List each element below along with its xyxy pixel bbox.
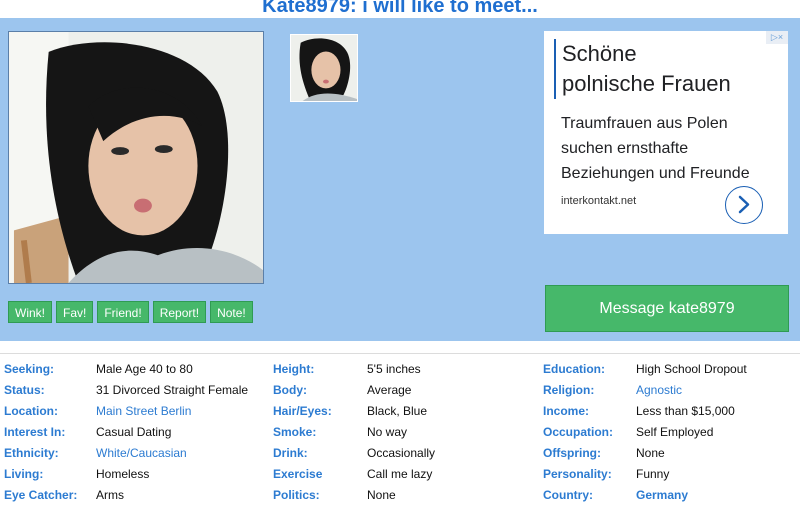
divider <box>0 353 800 354</box>
religion-link[interactable]: Agnostic <box>636 380 682 401</box>
detail-label: Politics: <box>273 488 320 502</box>
detail-value: High School Dropout <box>636 362 747 376</box>
detail-label: Drink: <box>273 446 308 460</box>
detail-label: Religion: <box>543 383 595 397</box>
main-profile-photo[interactable] <box>8 31 264 284</box>
details-row: Ethnicity: White/Caucasian Drink: Occasi… <box>0 443 800 464</box>
detail-value: 5'5 inches <box>367 362 421 376</box>
detail-label: Interest In: <box>4 425 66 439</box>
detail-label: Education: <box>543 362 605 376</box>
detail-label: Income: <box>543 404 590 418</box>
advertisement[interactable]: ▷× Schöne polnische Frauen Traumfrauen a… <box>544 31 788 234</box>
detail-value: 31 Divorced Straight Female <box>96 383 249 397</box>
ad-body-text: Traumfrauen aus Polen suchen ernsthafte … <box>561 115 750 182</box>
detail-label: Personality: <box>543 467 612 481</box>
ad-url: interkontakt.net <box>561 195 637 207</box>
details-row: Living: Homeless Exercise Call me lazy P… <box>0 464 800 485</box>
detail-value: None <box>367 488 396 502</box>
detail-value: Self Employed <box>636 425 714 439</box>
friend-button[interactable]: Friend! <box>97 301 149 323</box>
detail-value: None <box>636 446 665 460</box>
details-row: Seeking: Male Age 40 to 80 Height: 5'5 i… <box>0 359 800 380</box>
detail-value: Call me lazy <box>367 467 433 481</box>
detail-label: Occupation: <box>543 425 614 439</box>
detail-label: Exercise <box>273 467 323 481</box>
detail-label: Offspring: <box>543 446 601 460</box>
detail-label: Ethnicity: <box>4 446 59 460</box>
ad-headline: Schöne polnische Frauen <box>554 39 731 99</box>
detail-value: Homeless <box>96 467 150 481</box>
chevron-right-icon[interactable] <box>725 186 763 224</box>
favorite-button[interactable]: Fav! <box>56 301 94 323</box>
note-button[interactable]: Note! <box>210 301 253 323</box>
detail-label: Hair/Eyes: <box>273 404 332 418</box>
detail-label: Seeking: <box>4 362 55 376</box>
thumbnail-photo[interactable] <box>290 34 358 102</box>
detail-value: Occasionally <box>367 446 436 460</box>
detail-value: Arms <box>96 488 124 502</box>
detail-value: Less than $15,000 <box>636 404 735 418</box>
detail-label: Height: <box>273 362 315 376</box>
detail-value: Black, Blue <box>367 404 428 418</box>
detail-value: Average <box>367 383 412 397</box>
ad-headline-line-2: polnische Frauen <box>562 71 731 96</box>
detail-value: No way <box>367 425 408 439</box>
message-button[interactable]: Message kate8979 <box>545 285 789 332</box>
ad-choices-icon[interactable]: ▷× <box>766 31 788 44</box>
page-title: Kate8979: i will like to meet... <box>262 0 538 17</box>
detail-label: Smoke: <box>273 425 317 439</box>
detail-label: Body: <box>273 383 307 397</box>
detail-label: Country: <box>543 488 593 502</box>
detail-value: Casual Dating <box>96 425 172 439</box>
location-link[interactable]: Main Street Berlin <box>96 401 191 422</box>
details-row: Interest In: Casual Dating Smoke: No way… <box>0 422 800 443</box>
details-row: Status: 31 Divorced Straight Female Body… <box>0 380 800 401</box>
detail-value: Funny <box>636 467 670 481</box>
details-row: Eye Catcher: Arms Politics: None Country… <box>0 485 800 506</box>
ad-headline-line-1: Schöne <box>562 41 637 66</box>
detail-label: Status: <box>4 383 45 397</box>
detail-label: Eye Catcher: <box>4 488 78 502</box>
ethnicity-link[interactable]: White/Caucasian <box>96 443 187 464</box>
detail-label: Location: <box>4 404 58 418</box>
details-row: Location: Main Street Berlin Hair/Eyes: … <box>0 401 800 422</box>
country-link[interactable]: Germany <box>636 485 688 506</box>
detail-value: Male Age 40 to 80 <box>96 362 193 376</box>
wink-button[interactable]: Wink! <box>8 301 52 323</box>
detail-label: Living: <box>4 467 44 481</box>
action-buttons: Wink! Fav! Friend! Report! Note! <box>8 301 253 323</box>
report-button[interactable]: Report! <box>152 301 207 323</box>
